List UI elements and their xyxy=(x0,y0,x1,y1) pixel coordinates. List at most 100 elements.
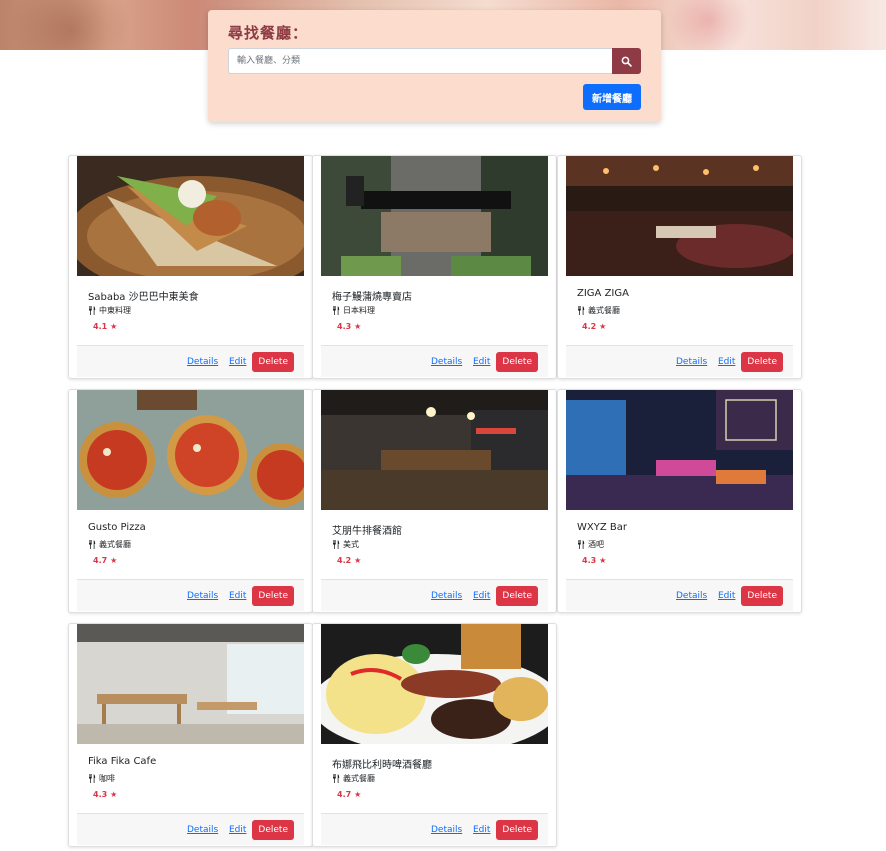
restaurant-category: 日本料理 xyxy=(332,305,375,316)
utensils-icon xyxy=(89,306,96,315)
rating-value: 4.3 xyxy=(337,322,352,331)
category-label: 咖啡 xyxy=(99,774,115,783)
edit-link[interactable]: Edit xyxy=(473,825,490,835)
search-button[interactable] xyxy=(612,48,641,74)
restaurant-name: WXYZ Bar xyxy=(577,522,627,533)
restaurant-rating: 4.1 ★ xyxy=(93,322,117,331)
details-link[interactable]: Details xyxy=(187,357,218,367)
star-icon: ★ xyxy=(599,556,607,565)
details-link[interactable]: Details xyxy=(187,591,218,601)
utensils-icon xyxy=(333,774,340,783)
card-actions: Details Edit Delete xyxy=(321,579,548,611)
restaurant-name: 艾朋牛排餐酒館 xyxy=(332,526,402,537)
category-label: 酒吧 xyxy=(588,540,604,549)
restaurant-rating: 4.3 ★ xyxy=(93,790,117,799)
restaurant-category: 美式 xyxy=(332,539,359,550)
restaurant-photo[interactable] xyxy=(77,156,304,276)
rating-value: 4.3 xyxy=(582,556,597,565)
star-icon: ★ xyxy=(599,322,607,331)
restaurant-category: 咖啡 xyxy=(88,773,115,784)
restaurant-photo[interactable] xyxy=(566,156,793,276)
star-icon: ★ xyxy=(110,322,118,331)
rating-value: 4.1 xyxy=(93,322,108,331)
rating-value: 4.7 xyxy=(337,790,352,799)
utensils-icon xyxy=(333,540,340,549)
edit-link[interactable]: Edit xyxy=(229,591,246,601)
restaurant-card: 艾朋牛排餐酒館 美式 4.2 ★ Details Edit Delete xyxy=(312,389,557,613)
details-link[interactable]: Details xyxy=(187,825,218,835)
details-link[interactable]: Details xyxy=(431,825,462,835)
restaurant-photo[interactable] xyxy=(321,624,548,744)
rating-value: 4.2 xyxy=(337,556,352,565)
restaurant-card: Sababa 沙巴巴中東美食 中東料理 4.1 ★ Details Edit D… xyxy=(68,155,313,379)
restaurant-photo[interactable] xyxy=(321,390,548,510)
search-title: 尋找餐廳： xyxy=(228,24,309,42)
restaurant-name: Fika Fika Cafe xyxy=(88,756,157,767)
restaurant-category: 酒吧 xyxy=(577,539,604,550)
restaurant-photo[interactable] xyxy=(77,390,304,510)
category-label: 義式餐廳 xyxy=(588,306,620,315)
restaurant-name: 梅子鰻蒲燒專賣店 xyxy=(332,292,412,303)
delete-button[interactable]: Delete xyxy=(496,586,538,606)
rating-value: 4.2 xyxy=(582,322,597,331)
delete-button[interactable]: Delete xyxy=(252,820,294,840)
restaurant-rating: 4.3 ★ xyxy=(582,556,606,565)
restaurant-card: Gusto Pizza 義式餐廳 4.7 ★ Details Edit Dele… xyxy=(68,389,313,613)
restaurant-card: 梅子鰻蒲燒專賣店 日本料理 4.3 ★ Details Edit Delete xyxy=(312,155,557,379)
details-link[interactable]: Details xyxy=(676,591,707,601)
delete-button[interactable]: Delete xyxy=(496,352,538,372)
category-label: 美式 xyxy=(343,540,359,549)
restaurant-name: Sababa 沙巴巴中東美食 xyxy=(88,292,199,303)
card-actions: Details Edit Delete xyxy=(77,813,304,845)
rating-value: 4.7 xyxy=(93,556,108,565)
restaurant-card: 布娜飛比利時啤酒餐廳 義式餐廳 4.7 ★ Details Edit Delet… xyxy=(312,623,557,847)
star-icon: ★ xyxy=(110,556,118,565)
restaurant-name: Gusto Pizza xyxy=(88,522,146,533)
card-actions: Details Edit Delete xyxy=(77,345,304,377)
details-link[interactable]: Details xyxy=(431,591,462,601)
restaurant-category: 義式餐廳 xyxy=(332,773,375,784)
edit-link[interactable]: Edit xyxy=(718,357,735,367)
restaurant-photo[interactable] xyxy=(321,156,548,276)
rating-value: 4.3 xyxy=(93,790,108,799)
restaurant-rating: 4.2 ★ xyxy=(582,322,606,331)
details-link[interactable]: Details xyxy=(431,357,462,367)
restaurant-category: 中東料理 xyxy=(88,305,131,316)
edit-link[interactable]: Edit xyxy=(473,591,490,601)
edit-link[interactable]: Edit xyxy=(229,357,246,367)
edit-link[interactable]: Edit xyxy=(229,825,246,835)
delete-button[interactable]: Delete xyxy=(741,586,783,606)
restaurant-photo[interactable] xyxy=(77,624,304,744)
edit-link[interactable]: Edit xyxy=(473,357,490,367)
restaurant-category: 義式餐廳 xyxy=(88,539,131,550)
restaurant-rating: 4.7 ★ xyxy=(93,556,117,565)
add-restaurant-button[interactable]: 新增餐廳 xyxy=(583,84,641,110)
details-link[interactable]: Details xyxy=(676,357,707,367)
card-actions: Details Edit Delete xyxy=(566,345,793,377)
restaurant-photo[interactable] xyxy=(566,390,793,510)
restaurant-name: 布娜飛比利時啤酒餐廳 xyxy=(332,760,432,771)
delete-button[interactable]: Delete xyxy=(496,820,538,840)
utensils-icon xyxy=(89,540,96,549)
card-actions: Details Edit Delete xyxy=(77,579,304,611)
card-actions: Details Edit Delete xyxy=(321,345,548,377)
restaurant-name: ZIGA ZIGA xyxy=(577,288,629,299)
category-label: 日本料理 xyxy=(343,306,375,315)
delete-button[interactable]: Delete xyxy=(741,352,783,372)
star-icon: ★ xyxy=(354,322,362,331)
delete-button[interactable]: Delete xyxy=(252,586,294,606)
star-icon: ★ xyxy=(354,556,362,565)
utensils-icon xyxy=(89,774,96,783)
search-bar xyxy=(228,48,641,74)
delete-button[interactable]: Delete xyxy=(252,352,294,372)
utensils-icon xyxy=(578,540,585,549)
restaurant-rating: 4.7 ★ xyxy=(337,790,361,799)
search-panel: 尋找餐廳： 新增餐廳 xyxy=(208,10,661,122)
star-icon: ★ xyxy=(110,790,118,799)
category-label: 中東料理 xyxy=(99,306,131,315)
edit-link[interactable]: Edit xyxy=(718,591,735,601)
star-icon: ★ xyxy=(354,790,362,799)
restaurant-card: WXYZ Bar 酒吧 4.3 ★ Details Edit Delete xyxy=(557,389,802,613)
restaurant-card: Fika Fika Cafe 咖啡 4.3 ★ Details Edit Del… xyxy=(68,623,313,847)
search-input[interactable] xyxy=(228,48,612,74)
